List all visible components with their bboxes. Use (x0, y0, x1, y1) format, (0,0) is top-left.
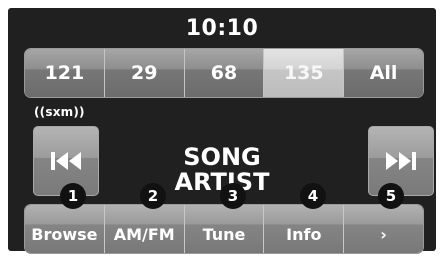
sxm-logo: ((sxm)) (34, 105, 85, 119)
callout-4: 4 (300, 183, 326, 209)
callout-1: 1 (60, 183, 86, 209)
more-button[interactable]: › (344, 205, 423, 253)
preset-bar: 121 29 68 135 All (24, 48, 424, 98)
clock: 10:10 (185, 16, 259, 41)
callout-3: 3 (220, 183, 246, 209)
song-title: SONG (183, 143, 261, 171)
am-fm-button[interactable]: AM/FM (104, 205, 185, 253)
bottom-button-bar: Browse AM/FM Tune Info › (24, 204, 424, 254)
preset-button-135-active[interactable]: 135 (264, 49, 345, 97)
preset-button-68[interactable]: 68 (184, 49, 265, 97)
browse-button[interactable]: Browse (25, 205, 105, 253)
preset-button-121[interactable]: 121 (25, 49, 105, 97)
info-button[interactable]: Info (264, 205, 345, 253)
tune-button[interactable]: Tune (184, 205, 265, 253)
radio-screen: 10:10 121 29 68 135 All ((sxm)) SONG ART… (8, 8, 436, 254)
callout-5: 5 (378, 183, 404, 209)
callout-2: 2 (140, 183, 166, 209)
preset-button-all[interactable]: All (344, 49, 423, 97)
preset-button-29[interactable]: 29 (104, 49, 185, 97)
